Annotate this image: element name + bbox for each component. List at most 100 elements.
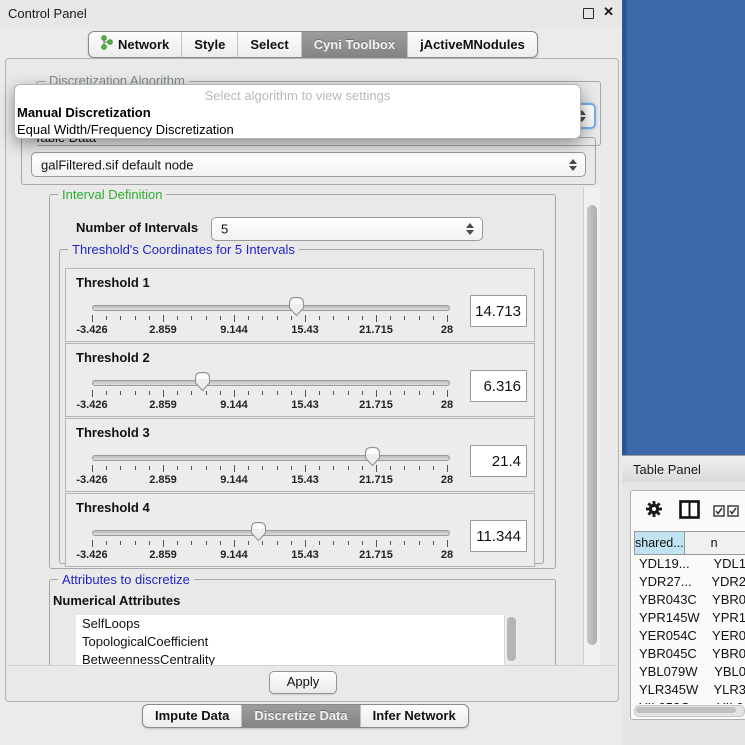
tab-label: Discretize Data: [254, 708, 347, 723]
checkbox-checked-icon[interactable]: [713, 504, 725, 522]
cell-shared-name[interactable]: YDL19...: [634, 555, 708, 573]
cell-shared-name[interactable]: YIL052C: [634, 699, 712, 704]
node-attribute-table[interactable]: shared... n YDL19...YDL1YDR27...YDR2YBR0…: [634, 531, 745, 704]
cell-shared-name[interactable]: YER054C: [634, 627, 707, 645]
attribute-item-selfloops[interactable]: SelfLoops: [76, 615, 518, 633]
table-rows: YDL19...YDL1YDR27...YDR2YBR043CYBR0YPR14…: [634, 555, 745, 704]
column-header-shared-name[interactable]: shared...: [634, 532, 685, 554]
cell-shared-name[interactable]: YBR043C: [634, 591, 707, 609]
tab-impute-data[interactable]: Impute Data: [143, 705, 241, 727]
table-row[interactable]: YBR043CYBR0: [634, 591, 745, 609]
slider-ticks: [92, 315, 449, 323]
number-of-intervals-value: 5: [221, 222, 228, 237]
tick-label: -3.426: [76, 399, 107, 411]
number-of-intervals-select[interactable]: 5: [211, 217, 483, 241]
table-panel-titlebar: Table Panel: [622, 455, 745, 484]
tab-label: Select: [250, 37, 288, 52]
stepper-arrows-icon: [466, 223, 474, 235]
tick-label: 9.144: [220, 474, 248, 486]
tick-label: 2.859: [149, 549, 177, 561]
slider-track[interactable]: [92, 380, 450, 386]
tick-label: 9.144: [220, 399, 248, 411]
slider-thumb-icon[interactable]: [194, 371, 211, 392]
table-row[interactable]: YPR145WYPR1: [634, 609, 745, 627]
control-panel-titlebar: Control Panel ✕: [0, 0, 622, 28]
attribute-item-betweennesscentrality[interactable]: BetweennessCentrality: [76, 651, 518, 665]
cell-name[interactable]: YBR0: [707, 591, 745, 609]
tab-infer-network[interactable]: Infer Network: [360, 705, 468, 727]
tab-label: Infer Network: [373, 708, 456, 723]
list-scrollbar[interactable]: [504, 615, 518, 665]
slider-thumb-icon[interactable]: [250, 521, 267, 542]
slider-track[interactable]: [92, 455, 450, 461]
threshold-value-input[interactable]: [470, 370, 527, 402]
cyni-toolbox-panel: Discretization Algorithm Select algorith…: [5, 58, 619, 702]
cell-name[interactable]: YBL0: [709, 663, 745, 681]
tab-network[interactable]: Network: [89, 32, 181, 57]
cell-name[interactable]: YBR0: [707, 645, 745, 663]
slider-track[interactable]: [92, 305, 450, 311]
slider-track[interactable]: [92, 530, 450, 536]
numerical-attributes-label: Numerical Attributes: [53, 593, 180, 608]
control-panel-tabbar: NetworkStyle Select Cyni ToolboxjActiveMNo…: [88, 31, 538, 58]
cell-shared-name[interactable]: YLR345W: [634, 681, 708, 699]
dropdown-option-manual-discretization[interactable]: Manual Discretization: [15, 105, 580, 122]
slider-thumb-icon[interactable]: [288, 296, 305, 317]
checkbox-checked-icon[interactable]: [727, 504, 739, 522]
tick-label: 28: [441, 399, 453, 411]
apply-button[interactable]: Apply: [269, 671, 337, 694]
tab-style[interactable]: Style: [181, 32, 237, 57]
column-header-name[interactable]: n: [685, 532, 745, 554]
table-row[interactable]: YIL052CYIL0: [634, 699, 745, 704]
cell-name[interactable]: YPR1: [707, 609, 745, 627]
threshold-value-input[interactable]: [470, 295, 527, 327]
control-panel-title: Control Panel: [8, 6, 87, 21]
table-row[interactable]: YLR345WYLR3: [634, 681, 745, 699]
cell-shared-name[interactable]: YPR145W: [634, 609, 707, 627]
gear-icon[interactable]: [645, 500, 663, 523]
cell-name[interactable]: YDR2: [706, 573, 745, 591]
threshold-value-input[interactable]: [470, 445, 527, 477]
tab-select[interactable]: Select: [237, 32, 300, 57]
table-row[interactable]: YBL079WYBL0: [634, 663, 745, 681]
tab-discretize-data[interactable]: Discretize Data: [241, 705, 359, 727]
cell-name[interactable]: YIL0: [712, 699, 744, 704]
cell-name[interactable]: YDL1: [708, 555, 745, 573]
table-row[interactable]: YER054CYER0: [634, 627, 745, 645]
tab-cyni-toolbox[interactable]: Cyni Toolbox: [301, 32, 407, 57]
settings-scrollbar[interactable]: [583, 187, 600, 665]
cell-shared-name[interactable]: YDR27...: [634, 573, 706, 591]
float-window-icon[interactable]: [583, 8, 594, 19]
table-row[interactable]: YDL19...YDL1: [634, 555, 745, 573]
table-row[interactable]: YDR27...YDR2: [634, 573, 745, 591]
tick-label: 28: [441, 549, 453, 561]
close-icon[interactable]: ✕: [603, 4, 614, 20]
table-header-row: shared... n: [634, 531, 745, 555]
columns-icon[interactable]: [679, 500, 700, 524]
attributes-group-title: Attributes to discretize: [58, 572, 194, 587]
network-icon: [101, 35, 113, 53]
table-data-select[interactable]: galFiltered.sif default node: [31, 152, 586, 177]
table-panel: shared... n YDL19...YDL1YDR27...YDR2YBR0…: [622, 482, 745, 745]
cell-name[interactable]: YLR3: [708, 681, 745, 699]
threshold-label: Threshold 4: [76, 500, 150, 515]
table-horizontal-scrollbar[interactable]: [634, 705, 745, 717]
cell-name[interactable]: YER0: [707, 627, 745, 645]
tab-jactivemnodules[interactable]: jActiveMNodules: [407, 32, 537, 57]
tick-label: 9.144: [220, 549, 248, 561]
cell-shared-name[interactable]: YBL079W: [634, 663, 709, 681]
tick-label: 28: [441, 324, 453, 336]
threshold-panel-4: Threshold 4-3.4262.8599.14415.4321.71528: [65, 493, 535, 567]
cell-shared-name[interactable]: YBR045C: [634, 645, 707, 663]
table-row[interactable]: YBR045CYBR0: [634, 645, 745, 663]
numerical-attributes-list[interactable]: SelfLoopsTopologicalCoefficientBetweenne…: [76, 615, 518, 665]
dropdown-option-equal-width-frequency-discretization[interactable]: Equal Width/Frequency Discretization: [15, 122, 580, 139]
dropdown-options: Manual DiscretizationEqual Width/Frequen…: [15, 105, 580, 139]
threshold-panel-3: Threshold 3-3.4262.8599.14415.4321.71528: [65, 418, 535, 492]
threshold-value-input[interactable]: [470, 520, 527, 552]
attribute-item-topologicalcoefficient[interactable]: TopologicalCoefficient: [76, 633, 518, 651]
tick-label: -3.426: [76, 549, 107, 561]
tick-label: -3.426: [76, 474, 107, 486]
tick-label: 15.43: [291, 324, 319, 336]
slider-thumb-icon[interactable]: [364, 446, 381, 467]
